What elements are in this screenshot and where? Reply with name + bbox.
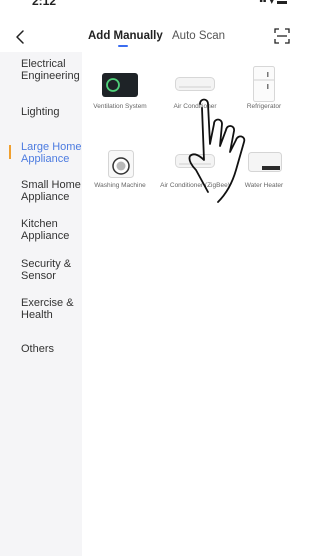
header: Add Manually Auto Scan — [0, 22, 297, 52]
status-icons: ▪▪ ▾ ▬ — [259, 0, 287, 7]
washing-machine-image — [108, 150, 134, 178]
tab-add-manually[interactable]: Add Manually — [88, 30, 163, 42]
device-label: Ventilation System — [93, 103, 147, 110]
sidebar-item-security-sensor[interactable]: Security & Sensor — [0, 258, 82, 282]
status-bar: 2:12 ▪▪ ▾ ▬ — [0, 0, 297, 20]
sidebar-item-exercise-health[interactable]: Exercise & Health — [0, 297, 82, 321]
air-conditioner-image — [175, 77, 215, 91]
sidebar-item-others[interactable]: Others — [0, 343, 82, 355]
active-tab-indicator — [118, 45, 128, 47]
sidebar-item-lighting[interactable]: Lighting — [0, 106, 82, 118]
sidebar-item-electrical-engineering[interactable]: Electrical Engineering — [0, 58, 82, 82]
tap-gesture-hand-icon — [188, 98, 246, 203]
device-label: Washing Machine — [94, 182, 146, 189]
sidebar-item-large-home-appliance[interactable]: Large Home Appliance — [0, 141, 82, 165]
scan-icon[interactable] — [274, 28, 290, 44]
back-arrow-icon[interactable] — [10, 26, 32, 48]
sidebar-item-small-home-appliance[interactable]: Small Home Appliance — [0, 179, 82, 203]
refrigerator-image — [253, 66, 275, 102]
device-washing-machine[interactable]: Washing Machine — [85, 182, 155, 190]
sidebar-item-kitchen-appliance[interactable]: Kitchen Appliance — [0, 218, 82, 242]
device-ventilation-system[interactable]: Ventilation System — [85, 103, 155, 111]
tab-auto-scan[interactable]: Auto Scan — [172, 30, 225, 42]
status-time: 2:12 — [32, 0, 57, 8]
ventilation-system-image — [102, 73, 138, 97]
